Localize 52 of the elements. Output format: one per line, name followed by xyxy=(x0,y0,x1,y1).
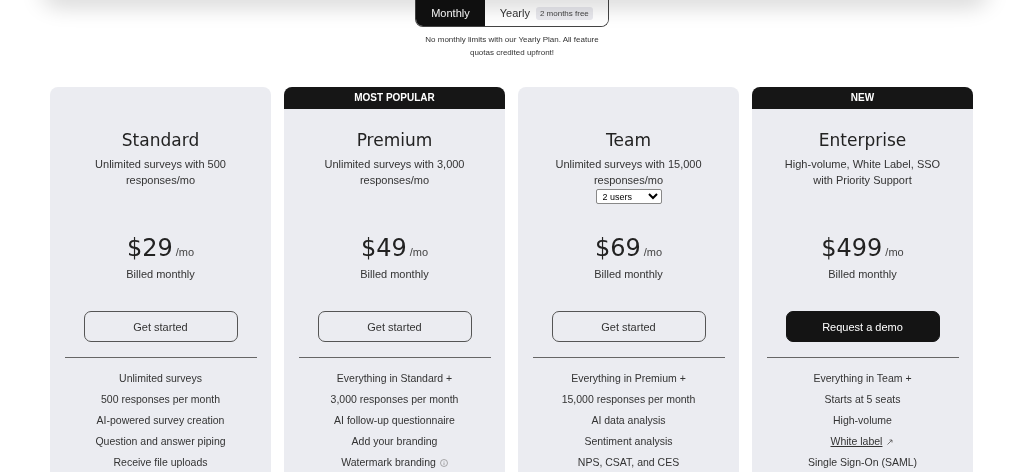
billing-tab[interactable]: Monthly xyxy=(416,0,485,26)
feature-text: NPS, CSAT, and CES xyxy=(577,455,680,470)
feature-text: Single Sign-On (SAML) xyxy=(807,455,918,470)
feature-text: High-volume xyxy=(833,413,892,428)
plan-name: Standard xyxy=(121,130,200,150)
feature-text: Watermark branding xyxy=(341,455,436,470)
plan-description: Unlimited surveys with 3,000 responses/mo xyxy=(323,157,466,188)
plan-description: Unlimited surveys with 15,000 responses/mo xyxy=(554,157,703,188)
price-period: /mo xyxy=(885,246,904,258)
feature-text: Starts at 5 seats xyxy=(824,392,901,407)
feature-text: 15,000 responses per month xyxy=(561,392,696,407)
feature-text: Everything in Premium + xyxy=(571,371,686,386)
plan-price: $29 xyxy=(126,234,173,262)
billing-note: No monthly limits with our Yearly Plan. All feature quotas credited upfront! xyxy=(424,34,600,59)
price-period: /mo xyxy=(175,246,195,258)
feature-text: Sentiment analysis xyxy=(584,434,673,449)
feature-text: AI data analysis xyxy=(591,413,666,428)
feature-text: Receive file uploads xyxy=(113,455,208,470)
billing-period: Billed monthly xyxy=(126,268,195,280)
billing-period: Billed monthly xyxy=(828,268,897,280)
plan-button[interactable]: Get started xyxy=(83,311,238,342)
feature-text: 3,000 responses per month xyxy=(330,392,459,407)
plan-price: $499 xyxy=(821,234,883,262)
plan-name: Team xyxy=(606,130,651,150)
price-period: /mo xyxy=(409,246,429,258)
feature-text: Everything in Team + xyxy=(813,371,912,386)
plan-name: Enterprise xyxy=(818,130,907,150)
plan-name: Premium xyxy=(356,130,433,150)
plan-button[interactable]: Get started xyxy=(551,311,706,342)
feature-text: Unlimited surveys xyxy=(119,371,202,386)
feature-link[interactable]: White label xyxy=(830,431,883,452)
price-period: /mo xyxy=(643,246,663,258)
seats-dropdown[interactable]: 2 users xyxy=(595,189,662,204)
plan-price: $69 xyxy=(594,234,641,262)
plan-button[interactable]: Get started xyxy=(317,311,472,342)
plan-badge: MOST POPULAR xyxy=(284,87,505,109)
billing-period: Billed monthly xyxy=(594,268,663,280)
feature-text: AI-powered survey creation xyxy=(96,413,225,428)
plan-button[interactable]: Request a demo xyxy=(785,311,940,342)
plan-badge: NEW xyxy=(752,87,973,109)
feature-text: Add your branding xyxy=(351,434,438,449)
external-link-icon xyxy=(886,437,895,446)
plan-description: High-volume, White Label, SSO with Priority Support xyxy=(783,157,942,188)
plan-description: Unlimited surveys with 500 responses/mo xyxy=(94,157,227,188)
feature-text: Question and answer piping xyxy=(95,434,226,449)
plan-price: $49 xyxy=(360,234,407,262)
info-icon[interactable] xyxy=(439,458,448,467)
billing-period: Billed monthly xyxy=(360,268,429,280)
feature-text: Everything in Standard + xyxy=(336,371,453,386)
feature-text: 500 responses per month xyxy=(100,392,221,407)
feature-text: AI follow-up questionnaire xyxy=(334,413,455,428)
discount-badge: 2 months free xyxy=(535,6,593,20)
